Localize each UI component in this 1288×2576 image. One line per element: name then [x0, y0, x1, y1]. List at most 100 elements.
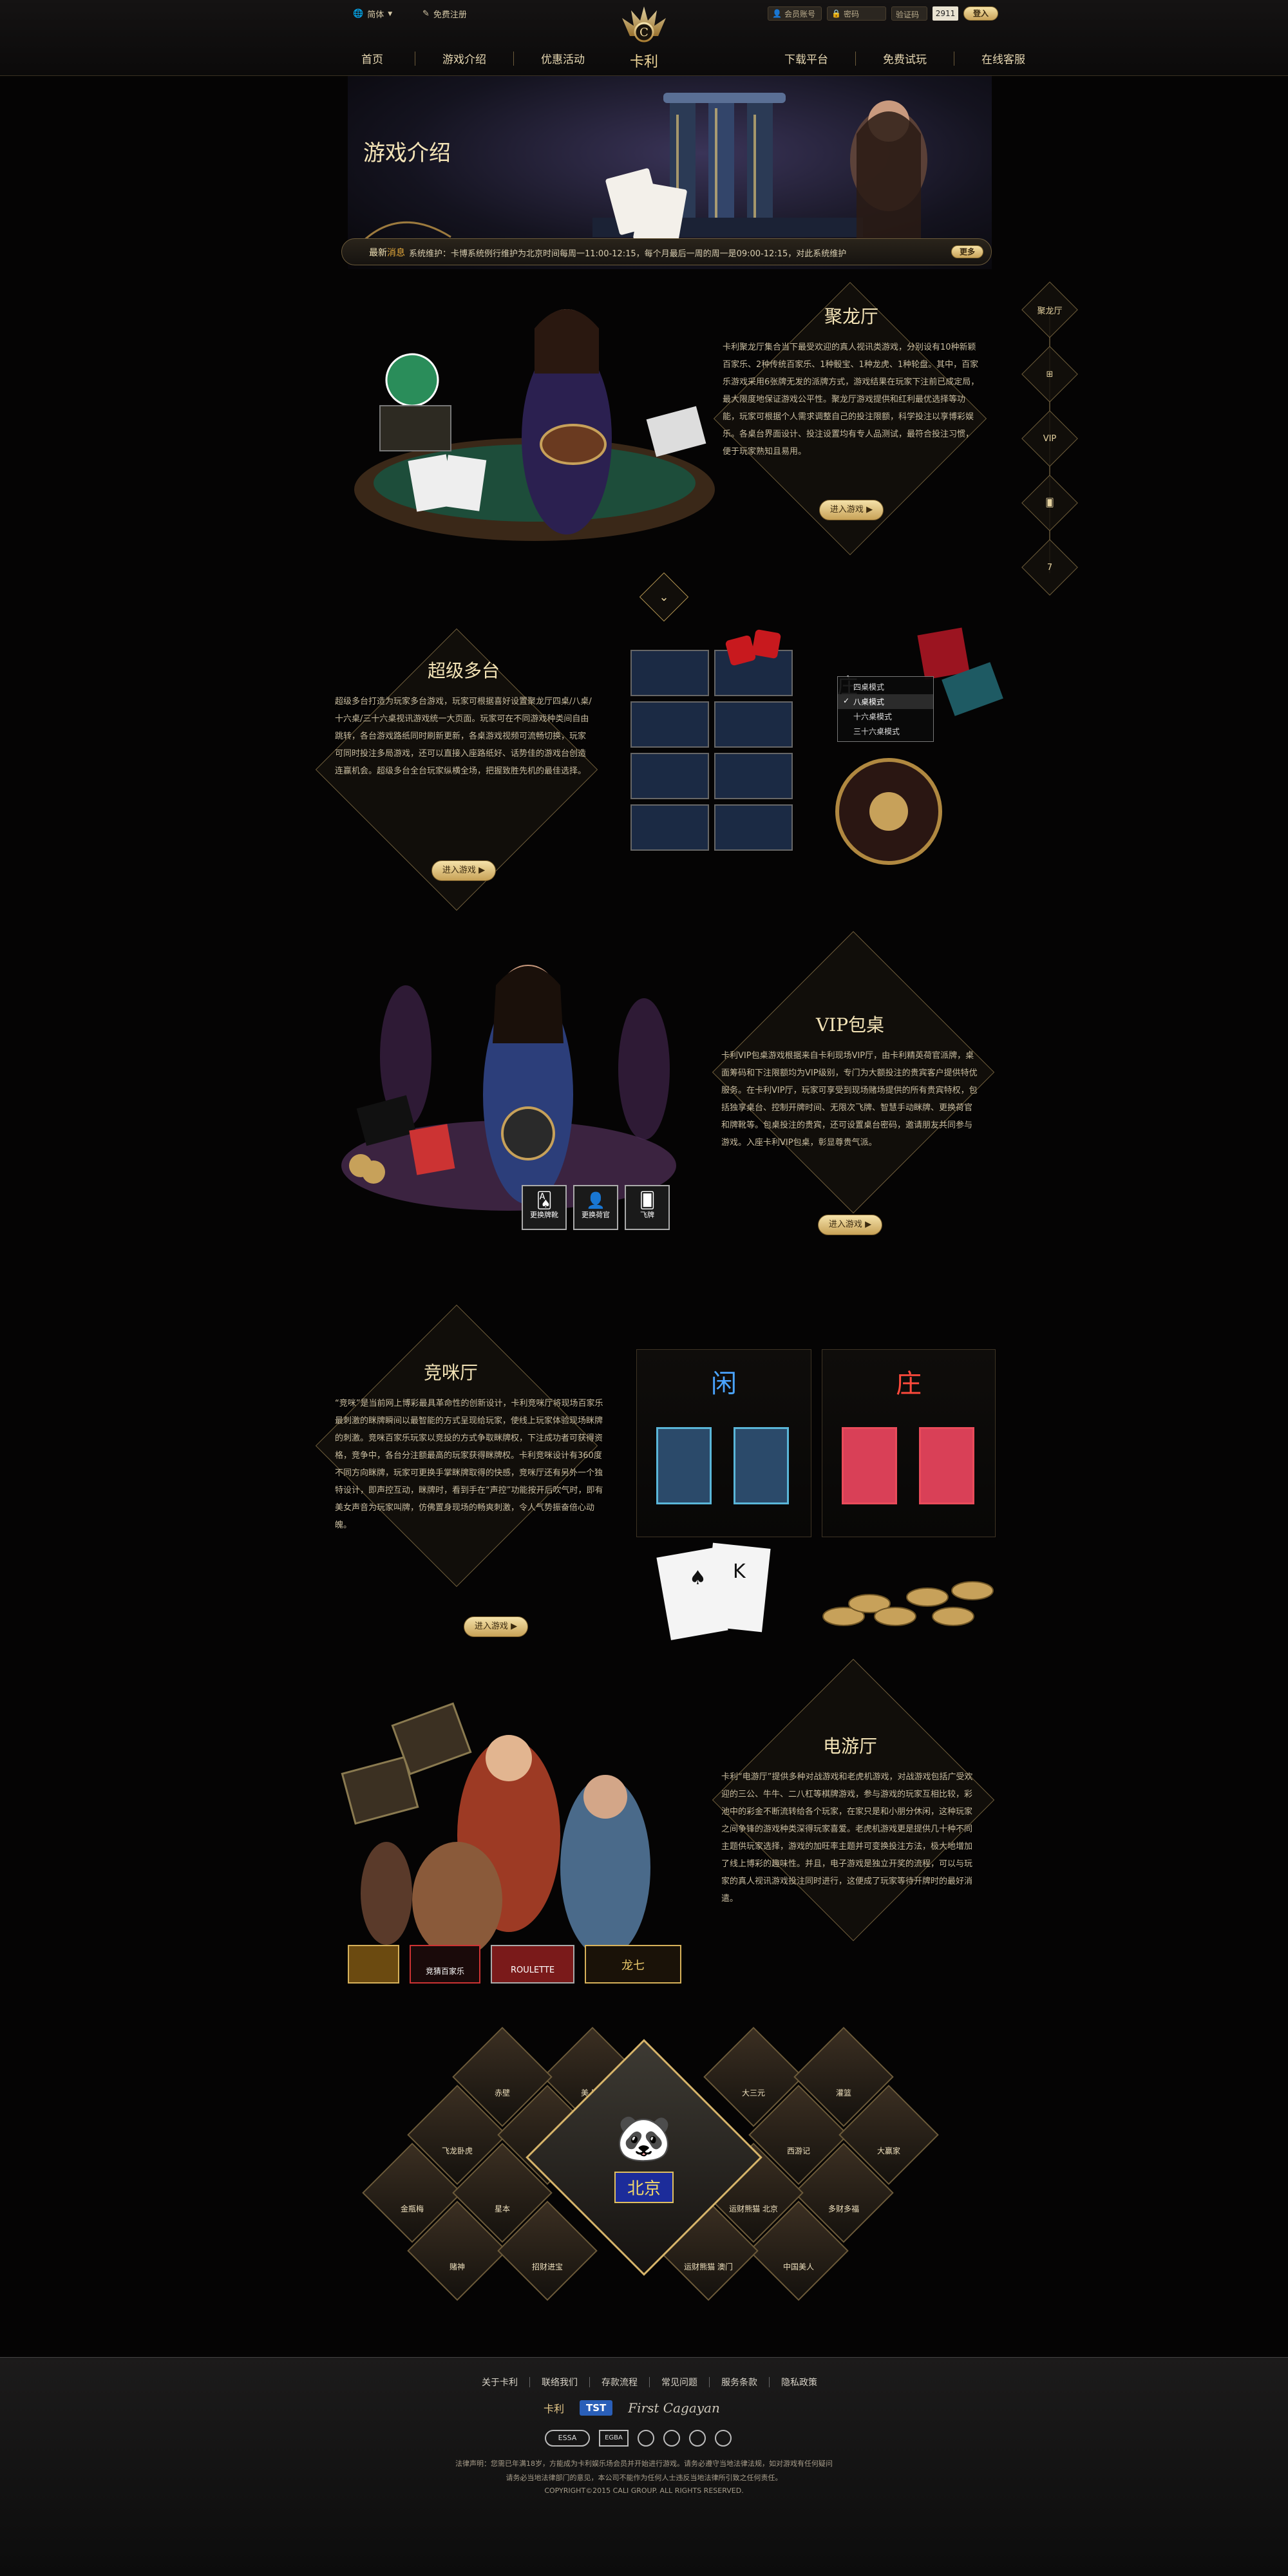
slot-icon: 7 [1046, 562, 1053, 573]
slot-tile-label: 金瓶梅 [400, 2204, 424, 2213]
section-title: VIP包桌 [815, 1014, 885, 1036]
nav-right: 下载平台 免费试玩 在线客服 [781, 50, 1029, 66]
player-card-1[interactable] [656, 1427, 712, 1504]
nav-live-support[interactable]: 在线客服 [978, 50, 1029, 66]
password-field[interactable]: 🔒 密码 [827, 6, 886, 21]
chevron-down-icon: ⌄ [659, 590, 669, 604]
section-title: 超级多台 [427, 660, 500, 681]
footer: 关于卡利 联络我们 存款流程 常见问题 服务条款 隐私政策 卡利 TST Fir… [0, 2357, 1288, 2576]
footer-link-deposit[interactable]: 存款流程 [601, 2376, 638, 2389]
side-nav-egame[interactable]: 7 [1021, 539, 1078, 596]
footer-link-about[interactable]: 关于卡利 [482, 2376, 518, 2389]
footer-link-contact[interactable]: 联络我们 [542, 2376, 578, 2389]
feature-label: 更换荷官 [582, 1211, 610, 1219]
footer-link-faq[interactable]: 常见问题 [661, 2376, 697, 2389]
change-dealer-feature: 👤 更换荷官 [573, 1185, 618, 1230]
slot-tile-label: 赌神 [449, 2262, 465, 2271]
nav-promotions[interactable]: 优惠活动 [537, 50, 589, 66]
slot-game-grid: 美人鱼 赤壁 大三元 灌篮 飞龙卧虎 福神 西游记 大赢家 金瓶梅 星本 多财多… [348, 2022, 966, 2344]
side-nav-squeeze[interactable]: 🂠 [1021, 475, 1078, 531]
nav-free-trial[interactable]: 免费试玩 [879, 50, 931, 66]
brand-cali: 卡利 [544, 2403, 565, 2415]
side-nav-julong[interactable]: 聚龙厅 [1021, 281, 1078, 338]
site-logo[interactable]: C 卡利 [618, 4, 670, 70]
panda-icon: 🐼 [616, 2112, 672, 2164]
account-placeholder: 会员账号 [784, 9, 815, 19]
vip-image: 🂡 更换牌靴 👤 更换荷官 🂠 飞牌 [335, 940, 696, 1243]
nav-home[interactable]: 首页 [353, 50, 392, 66]
card-icon: 🂠 [639, 1191, 656, 1209]
mode-option-selected[interactable]: ✓ 八桌模式 [838, 694, 933, 709]
banker-label: 庄 [896, 1369, 922, 1399]
card-icon: 🂠 [1045, 498, 1054, 508]
register-link[interactable]: ✎ 免费注册 [422, 8, 467, 20]
button-label: 进入游戏 [442, 866, 476, 875]
julong-panel: 聚龙厅 卡利聚龙厅集合当下最受欢迎的真人视讯类游戏，分别设有10种新颖百家乐、2… [723, 303, 980, 528]
table-mode-menu: 四桌模式 ✓ 八桌模式 十六桌模式 三十六桌模式 [837, 676, 934, 742]
ticker-more-button[interactable]: 更多 [951, 245, 983, 258]
julong-illustration [354, 309, 715, 541]
banker-panel: 庄 [822, 1349, 996, 1537]
nav-download[interactable]: 下载平台 [781, 50, 832, 66]
banker-card-1[interactable] [842, 1427, 897, 1504]
game-logo-mahjong[interactable] [348, 1945, 399, 1984]
ticker-label: 最新 消息 [369, 246, 405, 259]
slot-tile-label: 大三元 [741, 2088, 765, 2098]
nav-left: 首页 游戏介绍 优惠活动 [353, 50, 589, 66]
mode-option[interactable]: 十六桌模式 [838, 709, 933, 724]
login-button[interactable]: 登入 [963, 6, 998, 21]
footer-link-terms[interactable]: 服务条款 [721, 2376, 757, 2389]
svg-text:♠: ♠ [689, 1567, 706, 1589]
egame-panel: 电游厅 卡利“电游厅”提供多种对战游戏和老虎机游戏，对战游戏包括广受欢迎的三公、… [721, 1732, 979, 2003]
language-label: 简体 [367, 10, 384, 20]
logo-text: 卡利 [629, 54, 658, 70]
account-field[interactable]: 👤 会员账号 [768, 6, 822, 21]
section-title: 聚龙厅 [824, 306, 878, 327]
section-description: 卡利“电游厅”提供多种对战游戏和老虎机游戏，对战游戏包括广受欢迎的三公、牛牛、二… [721, 1772, 973, 1904]
side-nav-label: 聚龙厅 [1037, 306, 1063, 316]
language-selector[interactable]: 🌐 简体 ▼ [353, 8, 392, 20]
mode-option[interactable]: 三十六桌模式 [838, 724, 933, 739]
nav-divider [855, 51, 856, 66]
game-logo-roulette[interactable]: ROULETTE [491, 1945, 574, 1984]
mode-option[interactable]: 四桌模式 [838, 679, 933, 694]
section-description: “竞咪”是当前网上博彩最具革命性的创新设计，卡利竞咪厅将现场百家乐最刺激的眯牌瞬… [335, 1399, 603, 1530]
multi-enter-button[interactable]: 进入游戏 ▶ [431, 860, 496, 881]
multi-illustration [630, 627, 1003, 865]
ticker-label-a: 最新 [369, 248, 387, 258]
section-title: 电游厅 [822, 1736, 877, 1757]
footer-divider [649, 2377, 650, 2387]
footer-links: 关于卡利 联络我们 存款流程 常见问题 服务条款 隐私政策 [482, 2376, 817, 2389]
user-icon: 👤 [772, 9, 782, 18]
ticker-text: 系统维护：卡博系统例行维护为北京时间每周一11:00-12:15，每个月最后一周… [409, 249, 847, 259]
section-title: 竞咪厅 [423, 1362, 478, 1383]
side-nav-multi[interactable]: ⊞ [1021, 346, 1078, 402]
captcha-code[interactable]: 2911 [933, 6, 958, 21]
nav-games[interactable]: 游戏介绍 [439, 50, 490, 66]
svg-text:K: K [733, 1560, 746, 1583]
copyright: COPYRIGHT©2015 CALI GROUP. ALL RIGHTS RE… [544, 2486, 744, 2495]
slot-tile-label: 灌篮 [835, 2088, 851, 2098]
side-nav-vip[interactable]: VIP [1021, 410, 1078, 467]
game-logo-dragon[interactable]: 龙七 [585, 1945, 681, 1984]
side-nav: 聚龙厅 ⊞ VIP 🂠 7 [1021, 281, 1078, 596]
vip-panel: VIP包桌 卡利VIP包桌游戏根据来自卡利现场VIP厅，由卡利精英荷官派牌，桌面… [721, 1011, 979, 1262]
squeeze-enter-button[interactable]: 进入游戏 ▶ [464, 1616, 528, 1637]
player-label: 闲 [711, 1369, 737, 1399]
brand-tst: TST [580, 2400, 613, 2416]
player-card-2[interactable] [734, 1427, 789, 1504]
footer-brands: 卡利 TST First Cagayan [544, 2400, 720, 2416]
change-shoe-feature: 🂡 更换牌靴 [522, 1185, 567, 1230]
scroll-down-button[interactable]: ⌄ [639, 572, 689, 622]
fly-card-feature: 🂠 飞牌 [625, 1185, 670, 1230]
captcha-field[interactable]: 验证码 [891, 6, 927, 21]
banker-card-2[interactable] [919, 1427, 974, 1504]
vip-enter-button[interactable]: 进入游戏 ▶ [818, 1215, 882, 1235]
side-nav-label: VIP [1043, 433, 1057, 444]
badge-seal-icon [689, 2430, 706, 2447]
julong-enter-button[interactable]: 进入游戏 ▶ [819, 500, 884, 520]
captcha-placeholder: 验证码 [896, 10, 920, 19]
footer-link-privacy[interactable]: 隐私政策 [781, 2376, 817, 2389]
register-label: 免费注册 [433, 10, 467, 20]
game-logo-baccarat[interactable]: 竞猜百家乐 [410, 1945, 480, 1984]
